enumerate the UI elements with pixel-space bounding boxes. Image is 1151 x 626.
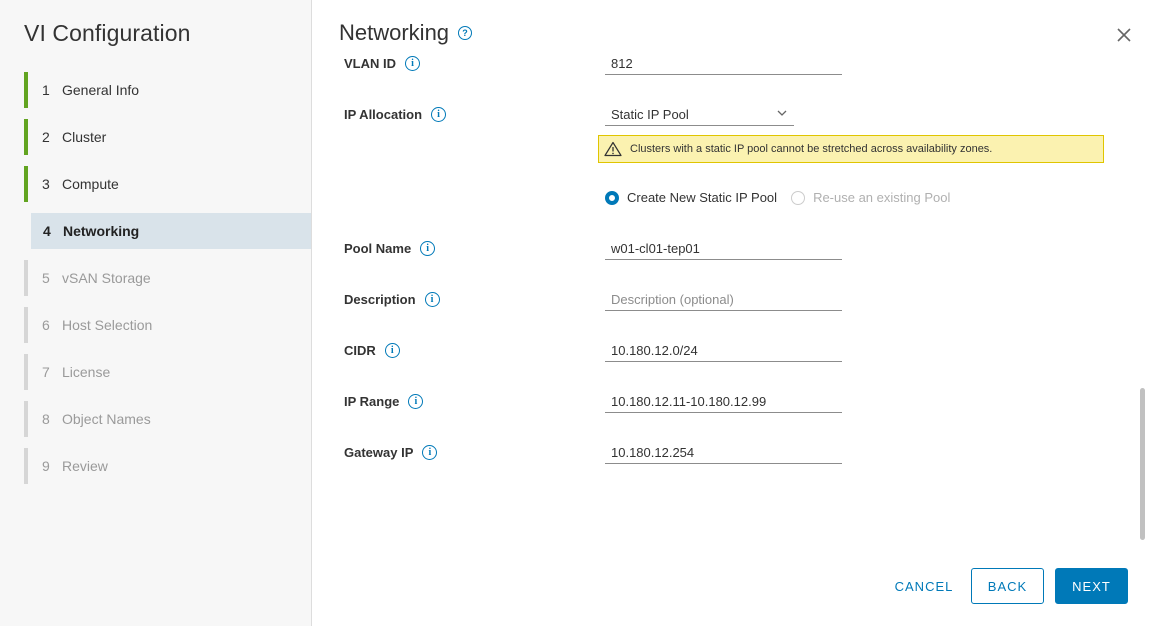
step-number: 3 [42, 176, 50, 192]
reuse-pool-radio[interactable] [791, 190, 806, 205]
description-label: Description i [344, 292, 440, 307]
step-label: Cluster [62, 129, 107, 145]
ip-range-label-text: IP Range [344, 394, 400, 409]
create-pool-radio[interactable] [605, 190, 619, 205]
ip-range-label: IP Range i [344, 394, 424, 409]
gateway-ip-label: Gateway IP i [344, 445, 438, 460]
ip-allocation-value: Static IP Pool [611, 106, 689, 122]
ip-allocation-label-text: IP Allocation [344, 107, 423, 122]
warning-alert: Clusters with a static IP pool cannot be… [598, 135, 1104, 163]
step-number: 8 [42, 411, 50, 427]
info-icon[interactable]: i [405, 56, 420, 71]
step-label: Object Names [62, 411, 151, 427]
ip-allocation-label: IP Allocation i [344, 107, 447, 122]
close-icon[interactable] [1115, 26, 1133, 44]
gateway-ip-label-text: Gateway IP [344, 445, 414, 460]
pool-radio-group: Create New Static IP Pool Re-use an exis… [605, 190, 950, 205]
info-icon[interactable]: i [431, 107, 447, 122]
step-label: Host Selection [62, 317, 153, 333]
step-number: 2 [42, 129, 50, 145]
step-object-names: 8 Object Names [24, 401, 311, 437]
step-label: General Info [62, 82, 140, 98]
description-input[interactable] [605, 288, 842, 311]
pool-name-label-text: Pool Name [344, 241, 412, 256]
help-icon[interactable]: ? [458, 26, 473, 40]
back-button[interactable]: BACK [971, 568, 1044, 604]
description-label-text: Description [344, 292, 416, 307]
step-cluster[interactable]: 2 Cluster [24, 119, 311, 155]
gateway-ip-input[interactable] [605, 441, 842, 464]
step-number: 1 [42, 82, 50, 98]
cidr-label-text: CIDR [344, 343, 376, 358]
reuse-pool-option: Re-use an existing Pool [791, 190, 950, 205]
step-general-info[interactable]: 1 General Info [24, 72, 311, 108]
create-pool-label[interactable]: Create New Static IP Pool [627, 190, 777, 205]
pool-name-input[interactable] [605, 237, 842, 260]
cidr-label: CIDR i [344, 343, 400, 358]
step-number: 4 [43, 223, 51, 239]
step-label: Networking [63, 223, 140, 239]
vlan-id-label: VLAN ID i [344, 56, 420, 71]
step-label: License [62, 364, 111, 380]
ip-allocation-select[interactable]: Static IP Pool [605, 103, 794, 126]
wizard-steps: 1 General Info 2 Cluster 3 Compute 4 Net… [24, 72, 311, 495]
warning-alert-text: Clusters with a static IP pool cannot be… [630, 143, 993, 155]
wizard-content: Networking ? VLAN ID i IP Allocation i S… [312, 0, 1151, 626]
step-networking[interactable]: 4 Networking [31, 213, 311, 249]
page-title: Networking [339, 20, 450, 45]
next-button[interactable]: NEXT [1055, 568, 1128, 604]
info-icon[interactable]: i [384, 343, 400, 358]
info-icon[interactable]: i [420, 241, 436, 256]
wizard-title: VI Configuration [24, 20, 191, 46]
step-review: 9 Review [24, 448, 311, 484]
step-vsan-storage: 5 vSAN Storage [24, 260, 311, 296]
vlan-id-input[interactable] [605, 52, 842, 75]
step-label: vSAN Storage [62, 270, 151, 286]
step-label: Compute [62, 176, 119, 192]
page-title-row: Networking ? [339, 20, 473, 46]
step-number: 6 [42, 317, 50, 333]
wizard-sidebar: VI Configuration 1 General Info 2 Cluste… [0, 0, 312, 626]
pool-name-label: Pool Name i [344, 241, 436, 256]
step-license: 7 License [24, 354, 311, 390]
ip-range-input[interactable] [605, 390, 842, 413]
info-icon[interactable]: i [422, 445, 438, 460]
warning-icon [604, 141, 622, 157]
info-icon[interactable]: i [424, 292, 440, 307]
step-number: 9 [42, 458, 50, 474]
step-compute[interactable]: 3 Compute [24, 166, 311, 202]
step-number: 5 [42, 270, 50, 286]
chevron-down-icon [777, 110, 787, 116]
step-host-selection: 6 Host Selection [24, 307, 311, 343]
cidr-input[interactable] [605, 339, 842, 362]
cancel-button[interactable]: CANCEL [889, 568, 959, 604]
reuse-pool-label: Re-use an existing Pool [813, 190, 951, 205]
info-icon[interactable]: i [408, 394, 424, 409]
step-number: 7 [42, 364, 50, 380]
scrollbar-thumb[interactable] [1140, 388, 1145, 540]
vlan-id-label-text: VLAN ID [344, 56, 396, 71]
step-label: Review [62, 458, 108, 474]
